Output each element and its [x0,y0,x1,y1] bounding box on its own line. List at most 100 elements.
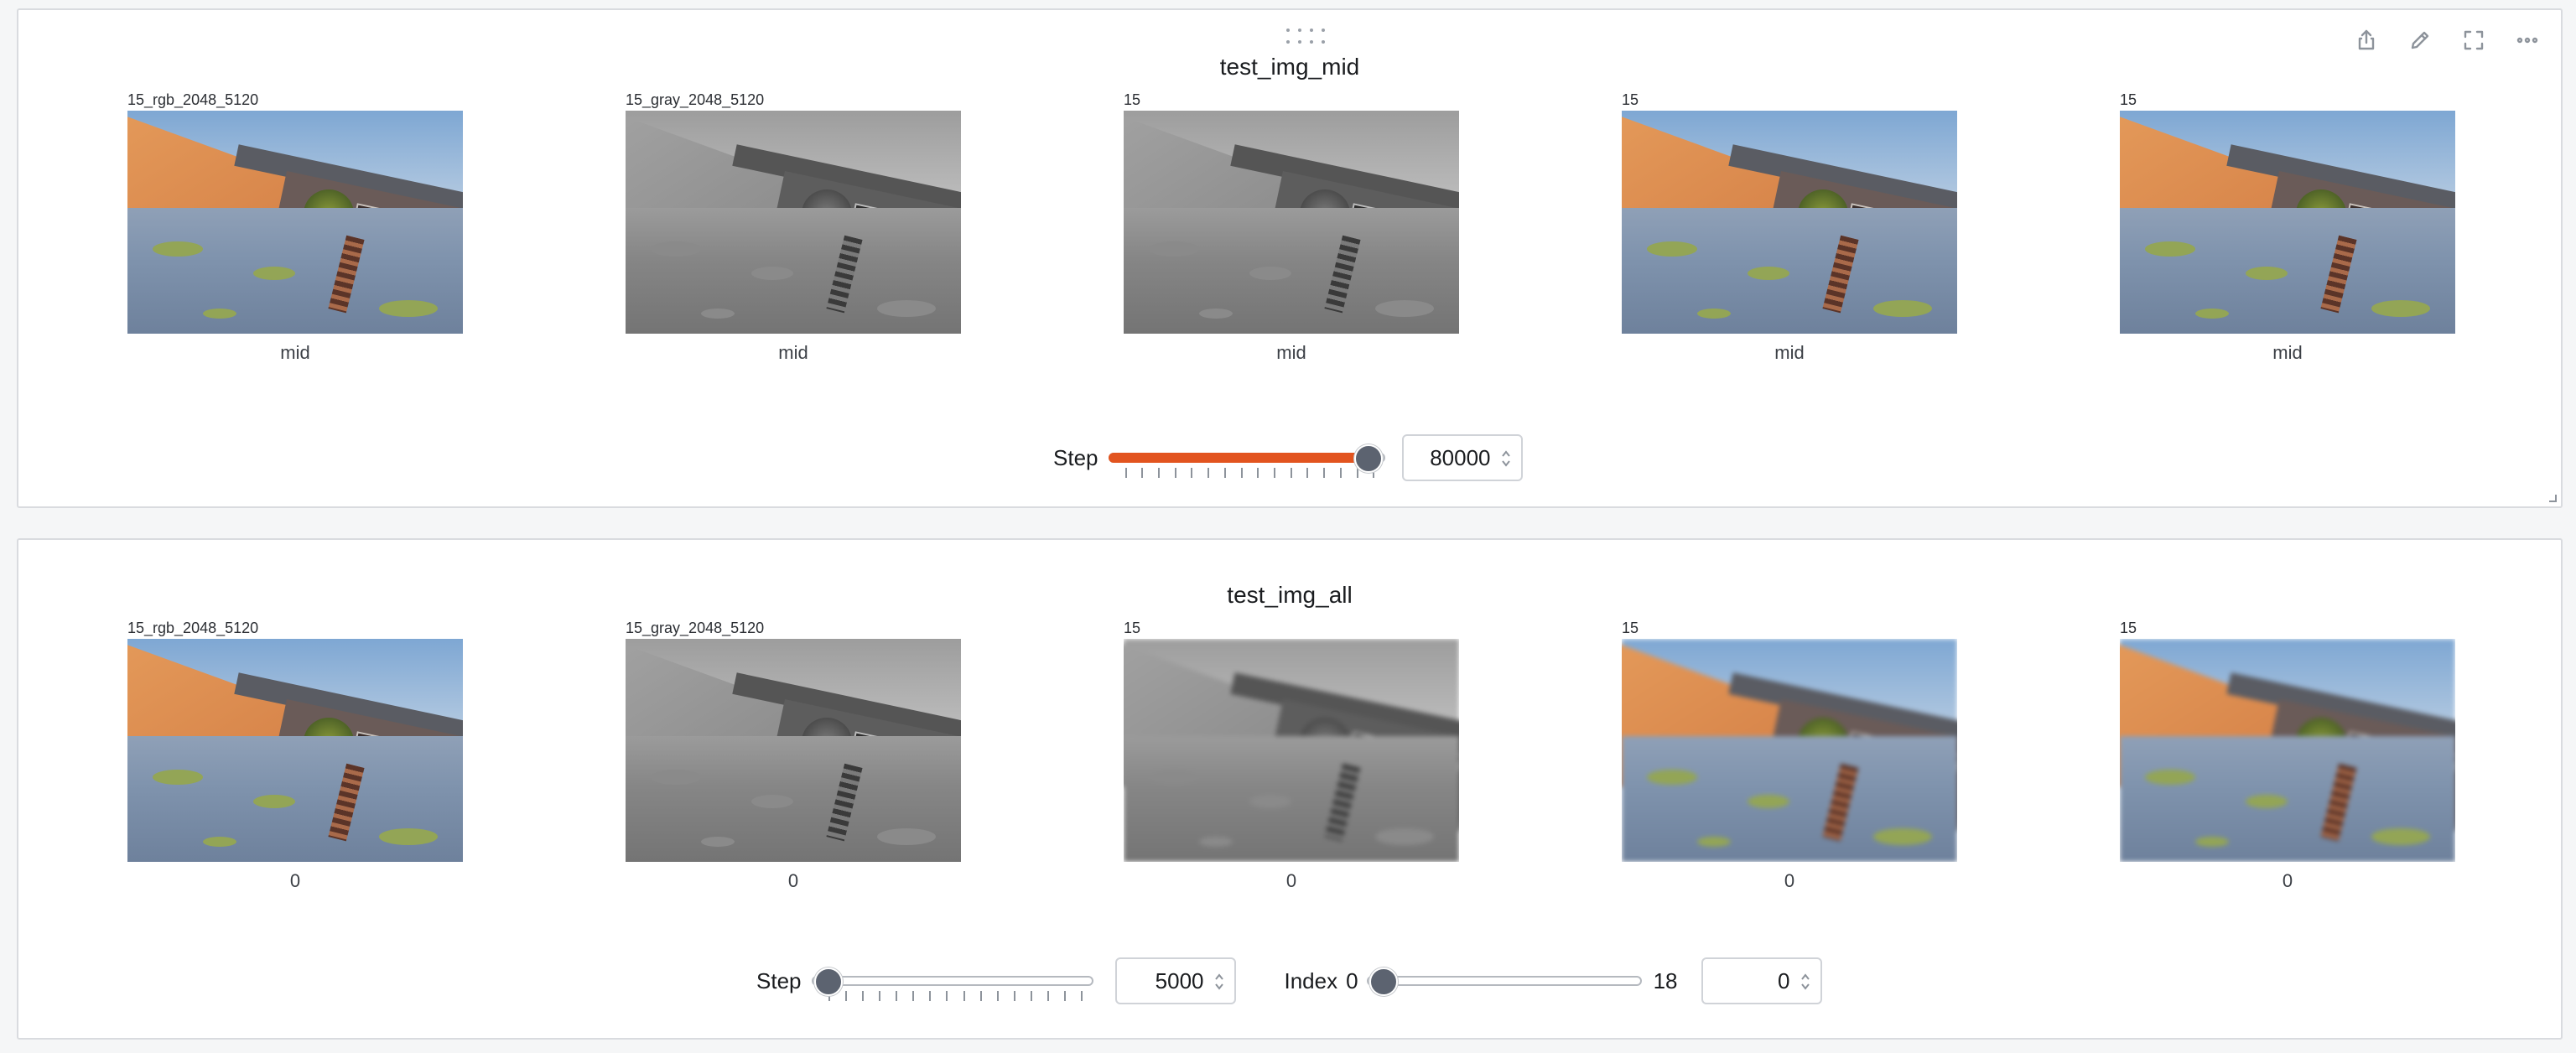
slider-tick [1064,991,1067,1001]
render-thumbnail[interactable] [1622,111,1957,334]
panel-test-img-all: test_img_all 15_rgb_2048_5120 0 15_gray_20… [17,538,2563,1040]
image-card[interactable]: 15 0 [1622,619,1957,892]
image-caption-bottom: mid [1276,342,1306,363]
image-caption-top: 15 [1124,620,1141,636]
resize-handle-icon[interactable] [2546,491,2558,503]
image-card[interactable]: 15 mid [2120,91,2455,364]
image-caption-bottom: 0 [787,870,799,891]
image-caption-bottom: 0 [2282,870,2293,891]
slider-tick [861,991,864,1001]
slider-tick [1257,468,1259,478]
slider-tick [1124,468,1127,478]
panel-title: test_img_mid [1219,54,1360,80]
image-caption-top: 15 [1124,91,1141,108]
slider-tick [1157,468,1160,478]
image-caption-top: 15_gray_2048_5120 [626,620,765,636]
slider-tick [1141,468,1144,478]
image-card[interactable]: 15_gray_2048_5120 0 [626,619,961,892]
render-thumbnail[interactable] [2120,111,2455,334]
slider-tick [1356,468,1358,478]
step-slider-thumb[interactable] [1353,444,1383,473]
slider-tick [1290,468,1292,478]
panel-title: test_img_all [1227,582,1353,608]
image-card[interactable]: 15 mid [1124,91,1459,364]
image-caption-bottom: 0 [1784,870,1795,891]
step-label: Step [756,967,802,993]
step-slider-thumb[interactable] [813,967,843,996]
image-caption-top: 15 [1622,620,1639,636]
slider-tick [979,991,982,1001]
step-value-input[interactable]: 80000 [1401,434,1523,481]
slider-tick [1174,468,1176,478]
step-control: Step 5000 Index 0 18 0 [756,957,1822,1004]
slider-tick [1191,468,1193,478]
slider-tick [844,991,847,1001]
slider-tick [1240,468,1243,478]
fullscreen-icon[interactable] [2457,23,2490,57]
image-card[interactable]: 15_gray_2048_5120mid [626,91,961,364]
image-caption-bottom: 0 [289,870,301,891]
image-card[interactable]: 15 0 [1124,619,1459,892]
index-value-input[interactable]: 0 [1701,957,1822,1004]
image-caption-bottom: mid [2272,342,2303,363]
step-value-text: 5000 [1155,967,1204,993]
step-value-input[interactable]: 5000 [1114,957,1236,1004]
step-label: Step [1053,444,1098,470]
render-thumbnail[interactable] [626,111,961,334]
slider-tick [996,991,999,1001]
slider-tick [963,991,965,1001]
step-slider[interactable] [811,962,1093,1001]
slider-tick [878,991,880,1001]
index-slider-thumb[interactable] [1368,967,1398,996]
step-slider[interactable] [1108,439,1385,478]
edit-icon[interactable] [2403,23,2437,57]
panel-test-img-mid: test_img_mid 15_rgb_2048_5120 mid 15_gray_… [17,8,2563,508]
step-slider-track[interactable] [811,976,1093,986]
render-thumbnail[interactable] [127,111,463,334]
index-slider[interactable] [1366,962,1642,999]
drag-handle-icon[interactable] [1286,29,1327,47]
image-caption-top: 15 [2120,91,2137,108]
index-slider-track[interactable] [1366,976,1642,986]
image-card[interactable]: 15_rgb_2048_5120 0 [127,619,463,892]
slider-tick [1273,468,1275,478]
slider-tick [946,991,948,1001]
slider-tick [1031,991,1032,1001]
render-thumbnail[interactable] [1124,111,1459,334]
image-caption-top: 15_rgb_2048_5120 [127,91,259,108]
render-thumbnail[interactable] [1622,639,1957,862]
image-caption-bottom: mid [778,342,808,363]
step-control: Step 80000 [1053,434,1523,481]
render-thumbnail[interactable] [2120,639,2455,862]
slider-tick [1208,468,1210,478]
render-thumbnail[interactable] [127,639,463,862]
share-icon[interactable] [2350,23,2383,57]
panel-toolbar [2350,23,2544,57]
slider-tick [1013,991,1015,1001]
slider-tick [1306,468,1309,478]
step-slider-ticks [1124,468,1375,480]
image-card[interactable]: 15_rgb_2048_5120 mid [127,91,463,364]
render-thumbnail[interactable] [1124,639,1459,862]
image-caption-bottom: mid [1774,342,1805,363]
image-card[interactable]: 15 mid [1622,91,1957,364]
slider-tick [929,991,932,1001]
render-thumbnail[interactable] [626,639,961,862]
slider-tick [896,991,897,1001]
index-label: Index [1284,967,1338,993]
slider-tick [1047,991,1050,1001]
step-slider-fill [1108,453,1368,463]
image-card[interactable]: 15 0 [2120,619,2455,892]
step-slider-ticks [828,991,1083,1003]
slider-tick [912,991,915,1001]
spinner-icon[interactable] [1501,448,1511,469]
index-value-text: 0 [1778,967,1790,993]
slider-tick [1339,468,1342,478]
index-min: 0 [1346,967,1358,993]
image-caption-top: 15 [1622,91,1639,108]
more-options-icon[interactable] [2511,23,2544,57]
image-caption-top: 15_gray_2048_5120 [626,91,765,108]
spinner-icon[interactable] [1214,971,1224,993]
spinner-icon[interactable] [1800,971,1810,993]
index-max: 18 [1653,967,1678,993]
